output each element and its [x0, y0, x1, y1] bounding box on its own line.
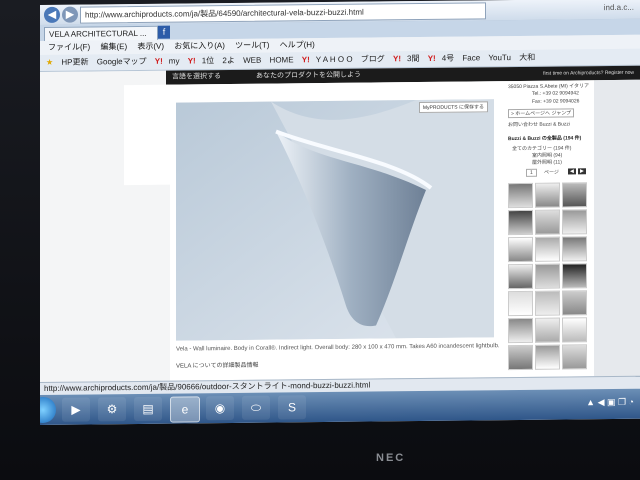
page-suffix: ページ [544, 169, 559, 176]
page-number[interactable]: 1 [526, 168, 537, 177]
taskbar: ▶ ⚙ ▤ e ◉ ⬭ S ▲ ◀ ▣ ❐ ◔ [40, 388, 640, 425]
left-column [124, 84, 170, 186]
product-thumbnail[interactable] [562, 317, 587, 343]
fav-item[interactable]: 1位 [202, 53, 214, 69]
facebook-tab-icon[interactable]: f [158, 25, 170, 39]
product-thumbnail[interactable] [535, 263, 560, 289]
product-thumbnail[interactable] [535, 209, 560, 235]
manufacturer-sidebar: 35050 Piazza S.Abete (MI) イタリア Tel.: +39… [502, 80, 594, 378]
product-thumbnail[interactable] [562, 182, 587, 208]
menu-edit[interactable]: 編集(E) [100, 40, 127, 54]
product-thumbnail[interactable] [535, 236, 560, 262]
product-thumbnail[interactable] [562, 209, 587, 235]
start-button-icon[interactable] [40, 396, 56, 424]
tab-title: VELA ARCHITECTURAL ... [49, 28, 147, 39]
product-thumbnail[interactable] [535, 182, 560, 208]
product-thumbnail[interactable] [562, 290, 587, 316]
system-tray[interactable]: ▲ ◀ ▣ ❐ ◔ [586, 397, 634, 409]
folder-icon[interactable]: ▤ [134, 396, 162, 422]
web-page: 言語を選択する あなたのプロダクトを公開しよう first time on Ar… [40, 65, 640, 382]
product-thumbnail[interactable] [508, 290, 533, 317]
fav-item[interactable]: my [169, 54, 180, 70]
fav-item[interactable]: 4号 [442, 51, 454, 67]
homepage-button[interactable]: > ホームページへ ジャンプ [508, 108, 575, 119]
fav-item[interactable]: 3間 [407, 51, 419, 67]
publish-link[interactable]: あなたのプロダクトを公開しよう [256, 71, 361, 82]
product-thumbnail[interactable] [508, 263, 533, 290]
register-link[interactable]: first time on Archiproducts? Register no… [543, 68, 634, 79]
product-thumbnail[interactable] [535, 344, 560, 370]
back-icon[interactable]: ◀ [44, 6, 60, 23]
product-thumbnail[interactable] [562, 344, 587, 370]
contact-link[interactable]: お問い合わせ Buzzi & Buzzi [508, 120, 570, 128]
page-margin-area [594, 79, 640, 377]
product-content: MyPRODUCTS に保存する Vela - Wall luminaire. … [170, 81, 502, 381]
menu-tools[interactable]: ツール(T) [235, 39, 269, 53]
yahoo-icon: Y! [154, 56, 163, 66]
address-text: 35050 Piazza S.Abete (MI) イタリア [508, 83, 589, 91]
product-caption: Vela - Wall luminaire. Body in Corall®. … [176, 343, 500, 353]
vela-lamp-image [176, 99, 494, 341]
product-detail-link[interactable]: VELA についての詳細製品情報 [176, 360, 259, 370]
fav-item[interactable]: HP更新 [61, 54, 88, 70]
product-thumbnail[interactable] [562, 263, 587, 289]
product-photo[interactable] [176, 99, 494, 341]
menu-file[interactable]: ファイル(F) [48, 40, 90, 54]
address-right-text: ind.a.c... [603, 2, 634, 13]
nec-logo: NEC [376, 452, 406, 464]
menu-view[interactable]: 表示(V) [137, 40, 164, 54]
products-title: Buzzi & Buzzi の全製品 (194 件) [508, 135, 582, 143]
product-thumbnail[interactable] [562, 236, 587, 262]
save-myproducts-button[interactable]: MyPRODUCTS に保存する [418, 101, 488, 114]
yahoo-icon: Y! [301, 55, 310, 65]
product-thumbnail[interactable] [508, 182, 533, 209]
internet-explorer-icon[interactable]: e [170, 396, 200, 423]
fav-item[interactable]: 大和 [519, 50, 535, 66]
pdf-reader-icon[interactable]: ⬭ [242, 395, 270, 420]
media-player-icon[interactable]: ▶ [62, 397, 90, 422]
tel-text: Tel.: +39 02 9094942 [532, 90, 579, 97]
product-thumbnail[interactable] [535, 290, 560, 316]
menu-favorites[interactable]: お気に入り(A) [174, 39, 225, 54]
product-thumbnail[interactable] [508, 236, 533, 263]
product-thumbnail[interactable] [508, 344, 533, 371]
settings-app-icon[interactable]: ⚙ [98, 397, 126, 422]
fax-text: Fax: +39 02 9094026 [532, 98, 580, 105]
category-outdoor[interactable]: 屋外照明 (11) [532, 159, 562, 166]
product-thumbnail[interactable] [535, 317, 560, 343]
next-page-icon[interactable]: ▶ [578, 168, 586, 175]
forward-icon[interactable]: ▶ [62, 6, 78, 23]
fav-item[interactable]: HOME [270, 52, 294, 68]
product-thumbnail[interactable] [508, 317, 533, 344]
product-thumbnail[interactable] [508, 209, 533, 236]
network-app-icon[interactable]: ◉ [206, 395, 234, 421]
fav-item[interactable]: ブログ [361, 51, 385, 67]
screen: ◀ ▶ http://www.archiproducts.com/ja/製品/6… [40, 0, 640, 426]
fav-item[interactable]: YouTu [488, 50, 511, 66]
star-icon: ★ [46, 57, 54, 67]
prev-page-icon[interactable]: ◀ [568, 168, 576, 175]
language-select[interactable]: 言語を選択する [172, 72, 221, 83]
yahoo-icon: Y! [393, 54, 402, 64]
menu-help[interactable]: ヘルプ(H) [280, 38, 315, 52]
fav-item[interactable]: Y A H O O [316, 52, 353, 68]
product-thumbnail-grid [508, 182, 588, 371]
yahoo-icon: Y! [427, 53, 436, 63]
fav-item[interactable]: 2よ [222, 53, 234, 69]
yahoo-icon: Y! [187, 56, 196, 66]
fav-item[interactable]: Face [462, 50, 480, 66]
skype-icon[interactable]: S [278, 395, 306, 420]
fav-item[interactable]: Googleマップ [97, 54, 147, 71]
fav-item[interactable]: WEB [243, 53, 261, 69]
